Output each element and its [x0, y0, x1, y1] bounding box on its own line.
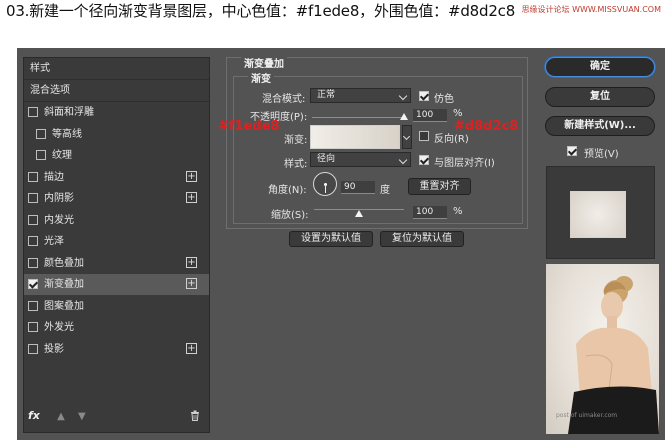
- styles-header-label: 样式: [30, 63, 50, 74]
- reset-button[interactable]: 复位: [545, 87, 655, 107]
- style-item-label: 图案叠加: [44, 300, 84, 312]
- photo-credit: post of uimaker.com: [556, 412, 618, 419]
- style-item[interactable]: 渐变叠加 +: [24, 274, 209, 295]
- scale-slider-thumb[interactable]: [355, 210, 363, 217]
- style-item-label: 渐变叠加: [44, 279, 84, 290]
- section-title: 渐变叠加: [241, 55, 287, 70]
- blend-mode-label: 混合模式:: [262, 94, 306, 105]
- trash-icon[interactable]: [190, 410, 200, 421]
- scale-label: 缩放(S):: [271, 210, 309, 221]
- center-color-annotation: #f1ede8: [218, 119, 280, 134]
- style-item[interactable]: 内发光: [24, 210, 209, 231]
- style-item-label: 等高线: [52, 128, 82, 140]
- reset-default-button[interactable]: 复位为默认值: [380, 231, 464, 247]
- style-item[interactable]: 斜面和浮雕: [24, 102, 209, 123]
- style-item-label: 外发光: [44, 322, 74, 333]
- style-item-checkbox[interactable]: [28, 257, 38, 268]
- fx-icon[interactable]: fx: [28, 409, 40, 422]
- move-up-icon[interactable]: ▲: [57, 411, 65, 422]
- add-effect-icon[interactable]: +: [186, 170, 197, 182]
- style-item-checkbox[interactable]: [36, 150, 46, 160]
- panel-footer: fx ▲ ▼: [28, 409, 199, 422]
- angle-dial[interactable]: [313, 172, 337, 196]
- style-item[interactable]: 投影 +: [24, 339, 209, 360]
- gradient-dropdown[interactable]: [402, 125, 412, 149]
- opacity-input[interactable]: 100: [413, 109, 447, 122]
- style-item[interactable]: 描边 +: [24, 167, 209, 188]
- blend-options-label: 混合选项: [30, 85, 70, 96]
- style-item-label: 纹理: [52, 150, 72, 161]
- style-item-label: 斜面和浮雕: [44, 107, 94, 118]
- chevron-down-icon: [398, 155, 408, 165]
- add-effect-icon[interactable]: +: [186, 192, 197, 203]
- reset-alignment-button[interactable]: 重置对齐: [408, 178, 471, 195]
- style-item-label: 颜色叠加: [44, 257, 84, 269]
- style-item-checkbox[interactable]: [28, 343, 38, 354]
- style-label: 样式:: [284, 159, 308, 170]
- dither-label: 仿色: [434, 94, 454, 105]
- angle-input[interactable]: 90: [341, 181, 375, 194]
- styles-header[interactable]: 样式: [24, 58, 209, 79]
- add-effect-icon[interactable]: +: [186, 278, 197, 289]
- reverse-checkbox[interactable]: [419, 131, 429, 141]
- set-default-button[interactable]: 设置为默认值: [289, 231, 373, 247]
- style-item-checkbox[interactable]: [28, 171, 38, 182]
- opacity-slider-track[interactable]: [312, 117, 404, 118]
- align-with-layer-checkbox[interactable]: [419, 155, 429, 165]
- style-select[interactable]: 径向: [310, 152, 411, 167]
- opacity-slider-thumb[interactable]: [400, 113, 408, 120]
- page-caption: 03.新建一个径向渐变背景图层，中心色值：#f1ede8，外围色值：#d8d2c…: [6, 2, 516, 20]
- style-item-checkbox[interactable]: [28, 300, 38, 311]
- style-item-label: 内发光: [44, 214, 74, 226]
- blend-mode-value: 正常: [317, 90, 336, 100]
- align-with-layer-label: 与图层对齐(I): [434, 158, 495, 169]
- style-value: 径向: [317, 154, 336, 164]
- style-item[interactable]: 图案叠加: [24, 296, 209, 317]
- angle-label: 角度(N):: [268, 185, 307, 196]
- style-item-label: 投影: [44, 343, 64, 355]
- new-style-button[interactable]: 新建样式(W)...: [545, 116, 655, 136]
- style-item-label: 描边: [44, 171, 64, 183]
- style-item[interactable]: 光泽: [24, 231, 209, 252]
- add-effect-icon[interactable]: +: [186, 342, 197, 354]
- portrait-photo: [546, 264, 659, 434]
- ok-button[interactable]: 确定: [545, 57, 655, 77]
- style-preview-swatch: [570, 191, 626, 238]
- scale-input[interactable]: 100: [413, 206, 447, 219]
- opacity-unit: %: [453, 108, 463, 119]
- style-item[interactable]: 外发光: [24, 317, 209, 338]
- chevron-down-icon: [398, 91, 408, 101]
- style-item-checkbox[interactable]: [36, 128, 46, 139]
- preview-checkbox[interactable]: [567, 146, 577, 156]
- style-item-checkbox[interactable]: [28, 236, 38, 246]
- angle-unit: 度: [380, 185, 390, 196]
- add-effect-icon[interactable]: +: [186, 256, 197, 268]
- gradient-label: 渐变:: [284, 135, 308, 146]
- blend-mode-select[interactable]: 正常: [310, 88, 411, 103]
- preview-label: 预览(V): [584, 149, 619, 160]
- style-item-checkbox[interactable]: [28, 279, 38, 289]
- style-item[interactable]: 颜色叠加 +: [24, 253, 209, 274]
- style-item-checkbox[interactable]: [28, 322, 38, 332]
- styles-list-panel: 样式 混合选项 斜面和浮雕等高线纹理描边 + 内阴影 + 内发光光泽颜色叠加 + 渐变叠加 +…: [23, 57, 210, 433]
- style-item-checkbox[interactable]: [28, 214, 38, 225]
- blend-options-item[interactable]: 混合选项: [24, 80, 209, 101]
- style-item-label: 内阴影: [44, 193, 74, 204]
- move-down-icon[interactable]: ▼: [78, 411, 86, 422]
- style-item[interactable]: 纹理: [24, 145, 209, 166]
- woman-back-illustration: [568, 276, 659, 434]
- gradient-picker[interactable]: [310, 125, 400, 149]
- scale-unit: %: [453, 206, 463, 217]
- style-item-label: 光泽: [44, 236, 64, 247]
- group-title: 渐变: [248, 70, 274, 85]
- style-item[interactable]: 等高线: [24, 124, 209, 145]
- site-watermark: 思缘设计论坛 WWW.MISSVUAN.COM: [521, 5, 661, 14]
- dither-checkbox[interactable]: [419, 91, 429, 101]
- chevron-down-icon: [402, 132, 411, 141]
- style-item-checkbox[interactable]: [28, 107, 38, 117]
- reverse-label: 反向(R): [434, 134, 469, 145]
- style-item[interactable]: 内阴影 +: [24, 188, 209, 209]
- style-item-checkbox[interactable]: [28, 193, 38, 203]
